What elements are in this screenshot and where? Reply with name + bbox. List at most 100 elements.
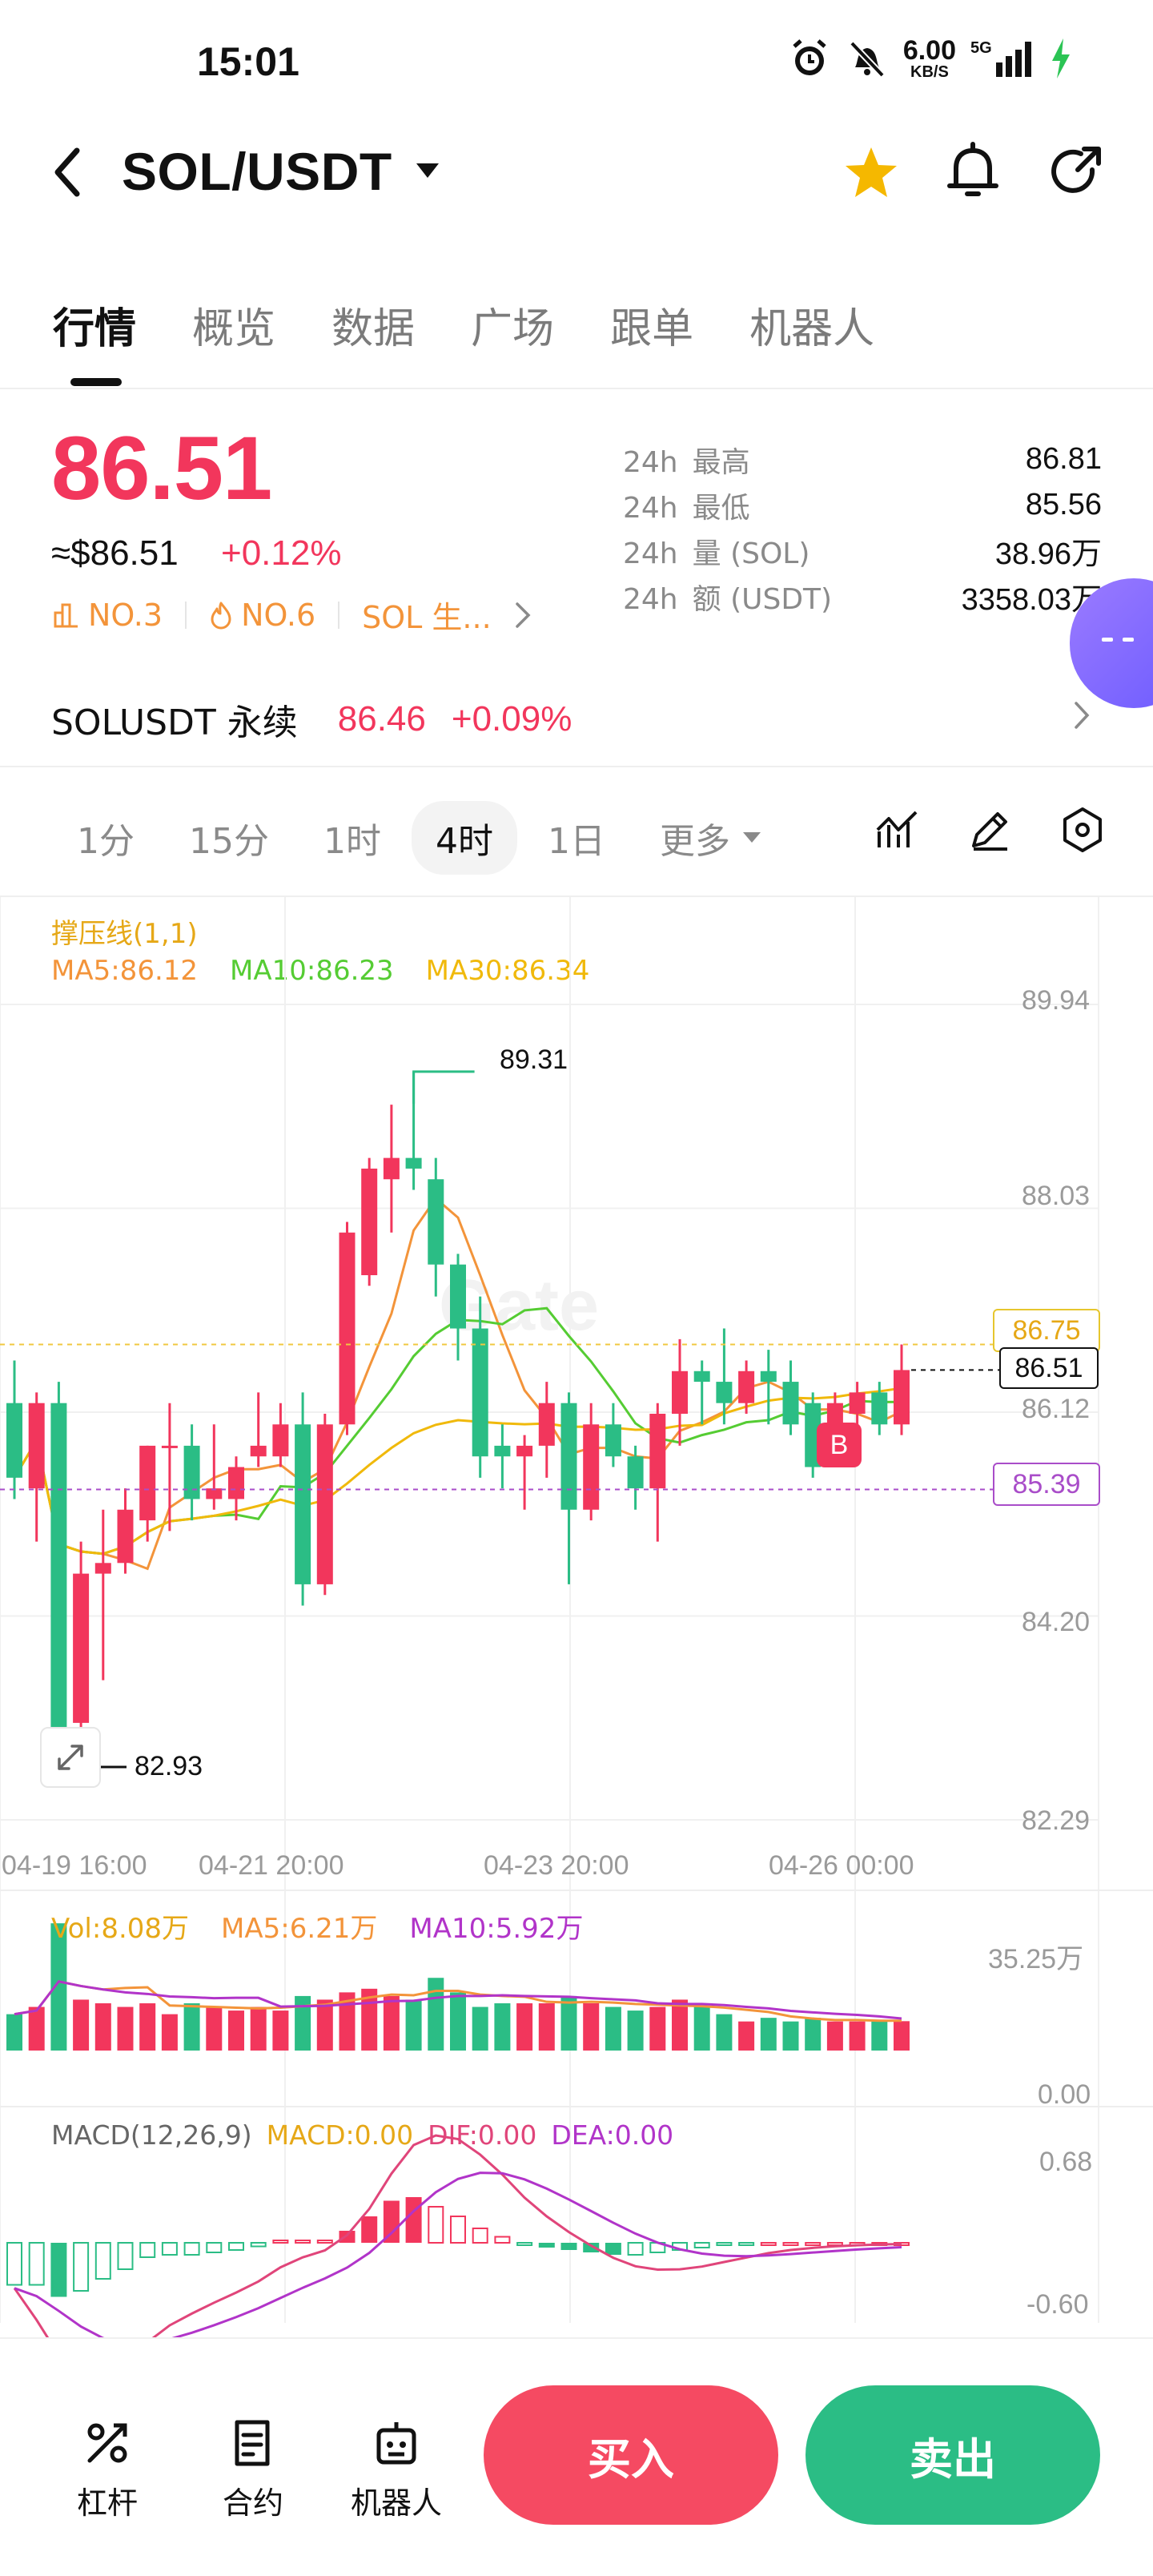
volume-bar — [871, 2021, 888, 2051]
volume-bar — [73, 1999, 90, 2051]
star-favorite-icon[interactable] — [842, 144, 900, 202]
candle-body — [716, 1382, 733, 1403]
tab-bots[interactable]: 机器人 — [749, 295, 874, 355]
interval-1h[interactable]: 1时 — [323, 812, 381, 863]
settings-hexagon-icon[interactable] — [1059, 806, 1107, 854]
rank-hot[interactable]: NO.6 — [209, 598, 315, 633]
indicator-icon[interactable] — [874, 807, 919, 852]
candle-body — [316, 1424, 333, 1584]
price-change: +0.12% — [221, 533, 342, 573]
tab-square[interactable]: 广场 — [471, 295, 554, 355]
candle-body — [450, 1264, 466, 1329]
candle-body — [627, 1456, 644, 1489]
volume-bar — [849, 2021, 866, 2051]
sell-button[interactable]: 卖出 — [805, 2385, 1100, 2525]
interval-1m[interactable]: 1分 — [77, 812, 135, 863]
macd-min: -0.60 — [1026, 2289, 1089, 2320]
interval-15m[interactable]: 15分 — [189, 812, 269, 863]
volume-bar — [183, 2002, 200, 2051]
volume-bar — [295, 1995, 311, 2051]
volume-bar — [516, 2002, 533, 2051]
stat-value: 85.56 — [1025, 488, 1102, 521]
interval-bar: 1分 15分 1时 4时 1日 更多 — [77, 801, 762, 875]
divider — [338, 601, 340, 629]
perpetual-row[interactable]: SOLUSDT 永续 86.46 +0.09% — [51, 694, 572, 745]
perpetual-change: +0.09% — [451, 699, 572, 739]
tab-overview[interactable]: 概览 — [192, 295, 275, 355]
stat-label: 24h 量 (SOL) — [623, 530, 824, 572]
candle-body — [605, 1424, 621, 1457]
back-arrow-icon[interactable] — [50, 144, 85, 200]
volume-bar — [94, 2002, 111, 2051]
buy-button[interactable]: 买入 — [484, 2385, 778, 2525]
status-icons: 6.00 KB/S 5G — [788, 37, 1073, 80]
buy-marker[interactable]: B — [817, 1423, 862, 1467]
candle-body — [383, 1157, 400, 1180]
pair-title[interactable]: SOL/USDT — [122, 141, 392, 202]
perpetual-price: 86.46 — [337, 699, 426, 739]
stat-period: 24h — [623, 491, 678, 525]
y-tick: 82.29 — [1022, 1805, 1091, 1836]
expand-chart-button[interactable] — [40, 1727, 101, 1788]
candle-body — [6, 1403, 22, 1478]
macd-bar — [339, 2231, 356, 2243]
volume-bar — [627, 2010, 644, 2051]
candle-body — [560, 1403, 577, 1510]
divider — [0, 766, 1153, 767]
candle-body — [50, 1403, 67, 1752]
macd-bar — [605, 2243, 621, 2255]
stats-24h: 24h 最高 86.81 24h 最低 85.56 24h 量 (SOL) 38.96… — [623, 437, 1102, 619]
volume-bar — [206, 2006, 223, 2051]
ecosystem-tag[interactable]: SOL 生... — [362, 593, 492, 637]
candle-body — [672, 1371, 688, 1414]
rank-market-cap[interactable]: NO.3 — [53, 598, 163, 633]
share-icon[interactable] — [1046, 143, 1105, 202]
caret-down-icon[interactable] — [741, 831, 762, 845]
macd-bar — [538, 2243, 555, 2248]
volume-bar — [649, 2006, 666, 2051]
nav-contract[interactable]: 合约 — [223, 2417, 283, 2522]
stat-high: 24h 最高 86.81 — [623, 437, 1102, 482]
rank-row[interactable]: NO.3 NO.6 SOL 生... — [53, 593, 532, 637]
stat-name: 最高 — [692, 445, 750, 479]
chevron-right-icon[interactable] — [1073, 700, 1092, 731]
volume-bar — [672, 1999, 688, 2051]
candle-body — [94, 1563, 111, 1574]
candle-body — [117, 1509, 134, 1564]
macd-bar — [6, 2242, 22, 2286]
nav-bots[interactable]: 机器人 — [351, 2417, 442, 2522]
candle-body — [894, 1370, 910, 1425]
interval-more[interactable]: 更多 — [660, 812, 730, 863]
volume-bar — [560, 1995, 577, 2051]
pair-dropdown-icon[interactable] — [415, 162, 440, 181]
draw-pencil-icon[interactable] — [967, 807, 1012, 852]
support-label[interactable]: 85.39 — [993, 1463, 1100, 1506]
stat-name: 额 (USDT) — [692, 582, 833, 616]
volume-bar — [28, 2006, 45, 2051]
bubble-eyes-icon — [1102, 638, 1134, 642]
candle-body — [693, 1371, 710, 1383]
candle-body — [73, 1573, 90, 1723]
candle-body — [849, 1392, 866, 1414]
volume-legend: Vol:8.08万 MA5:6.21万 MA10:5.92万 — [51, 1906, 583, 1946]
macd-bar — [117, 2242, 134, 2270]
nav-leverage[interactable]: 杠杆 — [77, 2417, 138, 2522]
stat-value: 38.96万 — [994, 537, 1102, 571]
interval-1d[interactable]: 1日 — [548, 812, 605, 863]
bell-icon[interactable] — [945, 141, 1001, 202]
tab-bar: 行情 概览 数据 广场 跟单 机器人 — [53, 295, 930, 355]
tab-data[interactable]: 数据 — [331, 295, 415, 355]
x-tick: 04-23 20:00 — [484, 1850, 629, 1881]
tab-copy-trading[interactable]: 跟单 — [610, 295, 693, 355]
chevron-right-icon[interactable] — [514, 601, 532, 630]
interval-4h[interactable]: 4时 — [412, 801, 517, 875]
low-marker-label: 82.93 — [135, 1751, 203, 1781]
tab-market[interactable]: 行情 — [53, 295, 136, 355]
volume-bar — [760, 2018, 777, 2051]
rank-1-label: NO.3 — [88, 597, 163, 633]
macd-max: 0.68 — [1039, 2147, 1093, 2177]
stat-name: 最低 — [692, 491, 750, 525]
candle-body — [583, 1424, 600, 1510]
resistance-label[interactable]: 86.75 — [993, 1309, 1100, 1352]
macd-bar — [73, 2242, 90, 2292]
